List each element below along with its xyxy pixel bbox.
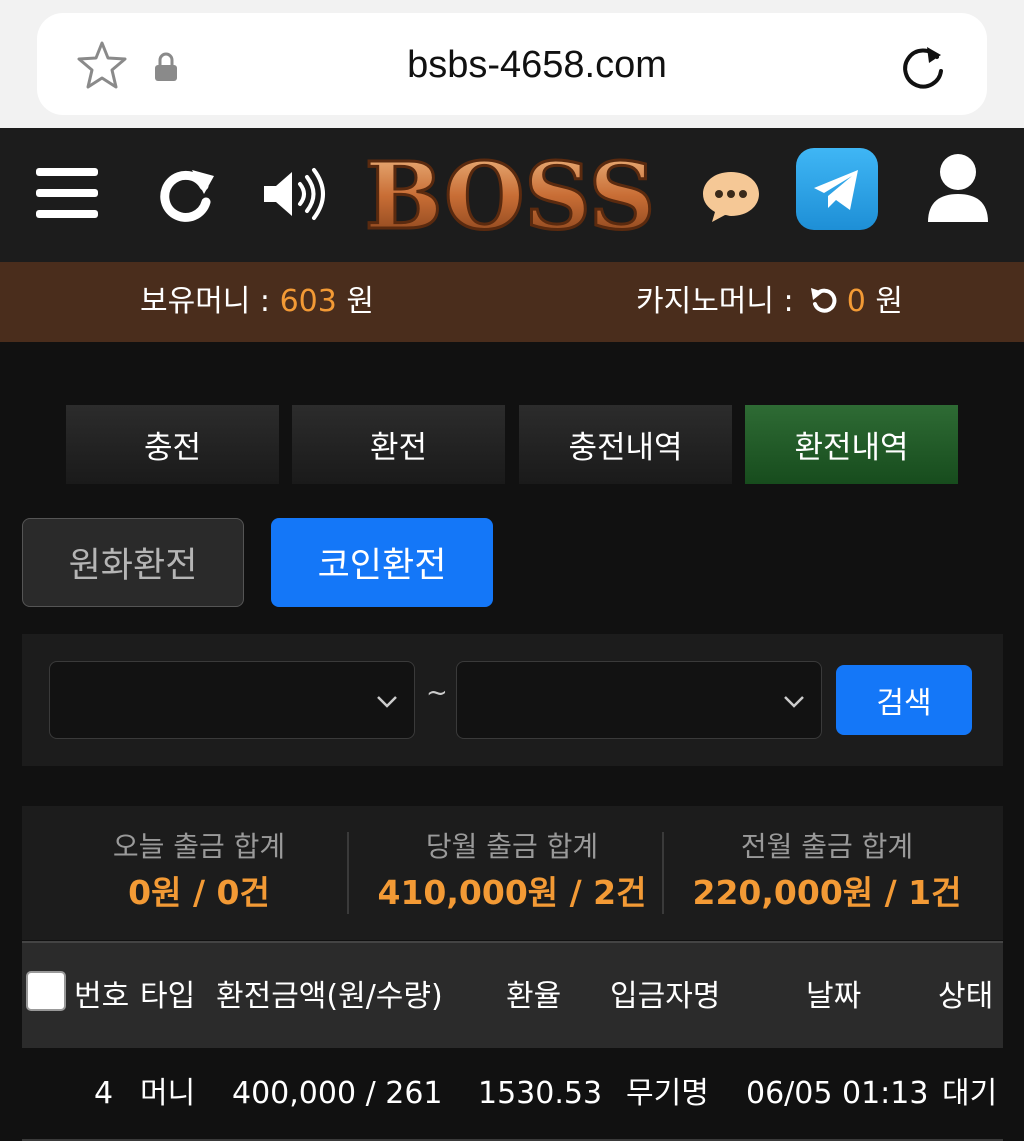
- cell-rate: 1530.53: [478, 1076, 603, 1111]
- telegram-icon[interactable]: [796, 148, 878, 230]
- tab-exchange[interactable]: 환전: [292, 405, 505, 484]
- cell-amount: 400,000 / 261: [232, 1076, 443, 1111]
- summary-this-month-value: 410,000원 / 2건: [377, 873, 647, 912]
- casino-value: 0: [846, 284, 866, 319]
- casino-unit: 원: [865, 284, 903, 319]
- cell-date: 06/05 01:13: [746, 1076, 929, 1111]
- header-number: 번호: [74, 979, 130, 1014]
- header-type: 타입: [140, 979, 196, 1014]
- user-icon[interactable]: [926, 152, 990, 224]
- table-row[interactable]: 4 머니 400,000 / 261 1530.53 무기명 06/05 01:…: [22, 1048, 1003, 1141]
- cell-type: 머니: [140, 1076, 196, 1111]
- range-separator: ~: [426, 678, 448, 708]
- cell-depositor: 무기명: [626, 1076, 709, 1111]
- speaker-icon[interactable]: [262, 166, 326, 222]
- summary-this-month-label: 당월 출금 합계: [425, 830, 599, 863]
- header-amount: 환전금액(원/수량): [216, 979, 443, 1014]
- summary-last-month: 전월 출금 합계 220,000원 / 1건: [667, 826, 987, 918]
- tab-exchange-history[interactable]: 환전내역: [745, 405, 958, 484]
- summary-today: 오늘 출금 합계 0원 / 0건: [39, 826, 359, 918]
- date-search-panel: ~ 검색: [22, 634, 1003, 766]
- header-status: 상태: [938, 979, 994, 1014]
- casino-money: 카지노머니 : 0 원: [636, 280, 903, 324]
- summary-today-label: 오늘 출금 합계: [112, 830, 286, 863]
- withdrawal-summary: 오늘 출금 합계 0원 / 0건 당월 출금 합계 410,000원 / 2건 …: [22, 806, 1003, 940]
- lock-icon: [155, 52, 177, 81]
- url-text[interactable]: bsbs-4658.com: [237, 39, 837, 91]
- holding-value: 603: [279, 284, 337, 319]
- select-all-checkbox[interactable]: [26, 971, 66, 1011]
- reload-icon[interactable]: [897, 41, 949, 93]
- search-button[interactable]: 검색: [836, 665, 972, 735]
- tab-charge[interactable]: 충전: [66, 405, 279, 484]
- holding-unit: 원: [336, 284, 374, 319]
- holding-label: 보유머니 :: [140, 284, 280, 319]
- boss-logo[interactable]: BOSS: [354, 146, 666, 246]
- header-rate: 환율: [506, 979, 562, 1014]
- summary-last-month-label: 전월 출금 합계: [740, 830, 914, 863]
- summary-divider: [662, 832, 664, 914]
- subtab-won-exchange[interactable]: 원화환전: [22, 518, 244, 607]
- chevron-down-icon: [784, 696, 804, 708]
- refresh-icon[interactable]: [158, 166, 216, 222]
- money-bar: 보유머니 : 603 원 카지노머니 : 0 원: [0, 262, 1024, 342]
- summary-today-value: 0원 / 0건: [128, 873, 270, 912]
- app-header: BOSS: [0, 128, 1024, 262]
- from-date-select[interactable]: [49, 661, 415, 739]
- chat-icon[interactable]: [700, 168, 762, 224]
- summary-last-month-value: 220,000원 / 1건: [692, 873, 962, 912]
- undo-icon[interactable]: [809, 286, 837, 314]
- to-date-select[interactable]: [456, 661, 822, 739]
- casino-label: 카지노머니 :: [636, 284, 804, 319]
- subtab-coin-exchange[interactable]: 코인환전: [271, 518, 493, 607]
- browser-bar: bsbs-4658.com: [0, 0, 1024, 128]
- url-bar[interactable]: bsbs-4658.com: [37, 13, 987, 115]
- cell-status: 대기: [942, 1076, 998, 1111]
- cell-number: 4: [94, 1076, 114, 1111]
- holding-money: 보유머니 : 603 원: [140, 280, 374, 324]
- tab-charge-history[interactable]: 충전내역: [519, 405, 732, 484]
- summary-divider: [347, 832, 349, 914]
- table-header: 번호 타입 환전금액(원/수량) 환율 입금자명 날짜 상태: [22, 941, 1003, 1048]
- star-icon[interactable]: [75, 39, 129, 91]
- menu-icon[interactable]: [36, 166, 98, 220]
- summary-this-month: 당월 출금 합계 410,000원 / 2건: [352, 826, 672, 918]
- header-depositor: 입금자명: [610, 979, 721, 1014]
- header-date: 날짜: [806, 979, 862, 1014]
- chevron-down-icon: [377, 696, 397, 708]
- logo-text: BOSS: [365, 146, 655, 246]
